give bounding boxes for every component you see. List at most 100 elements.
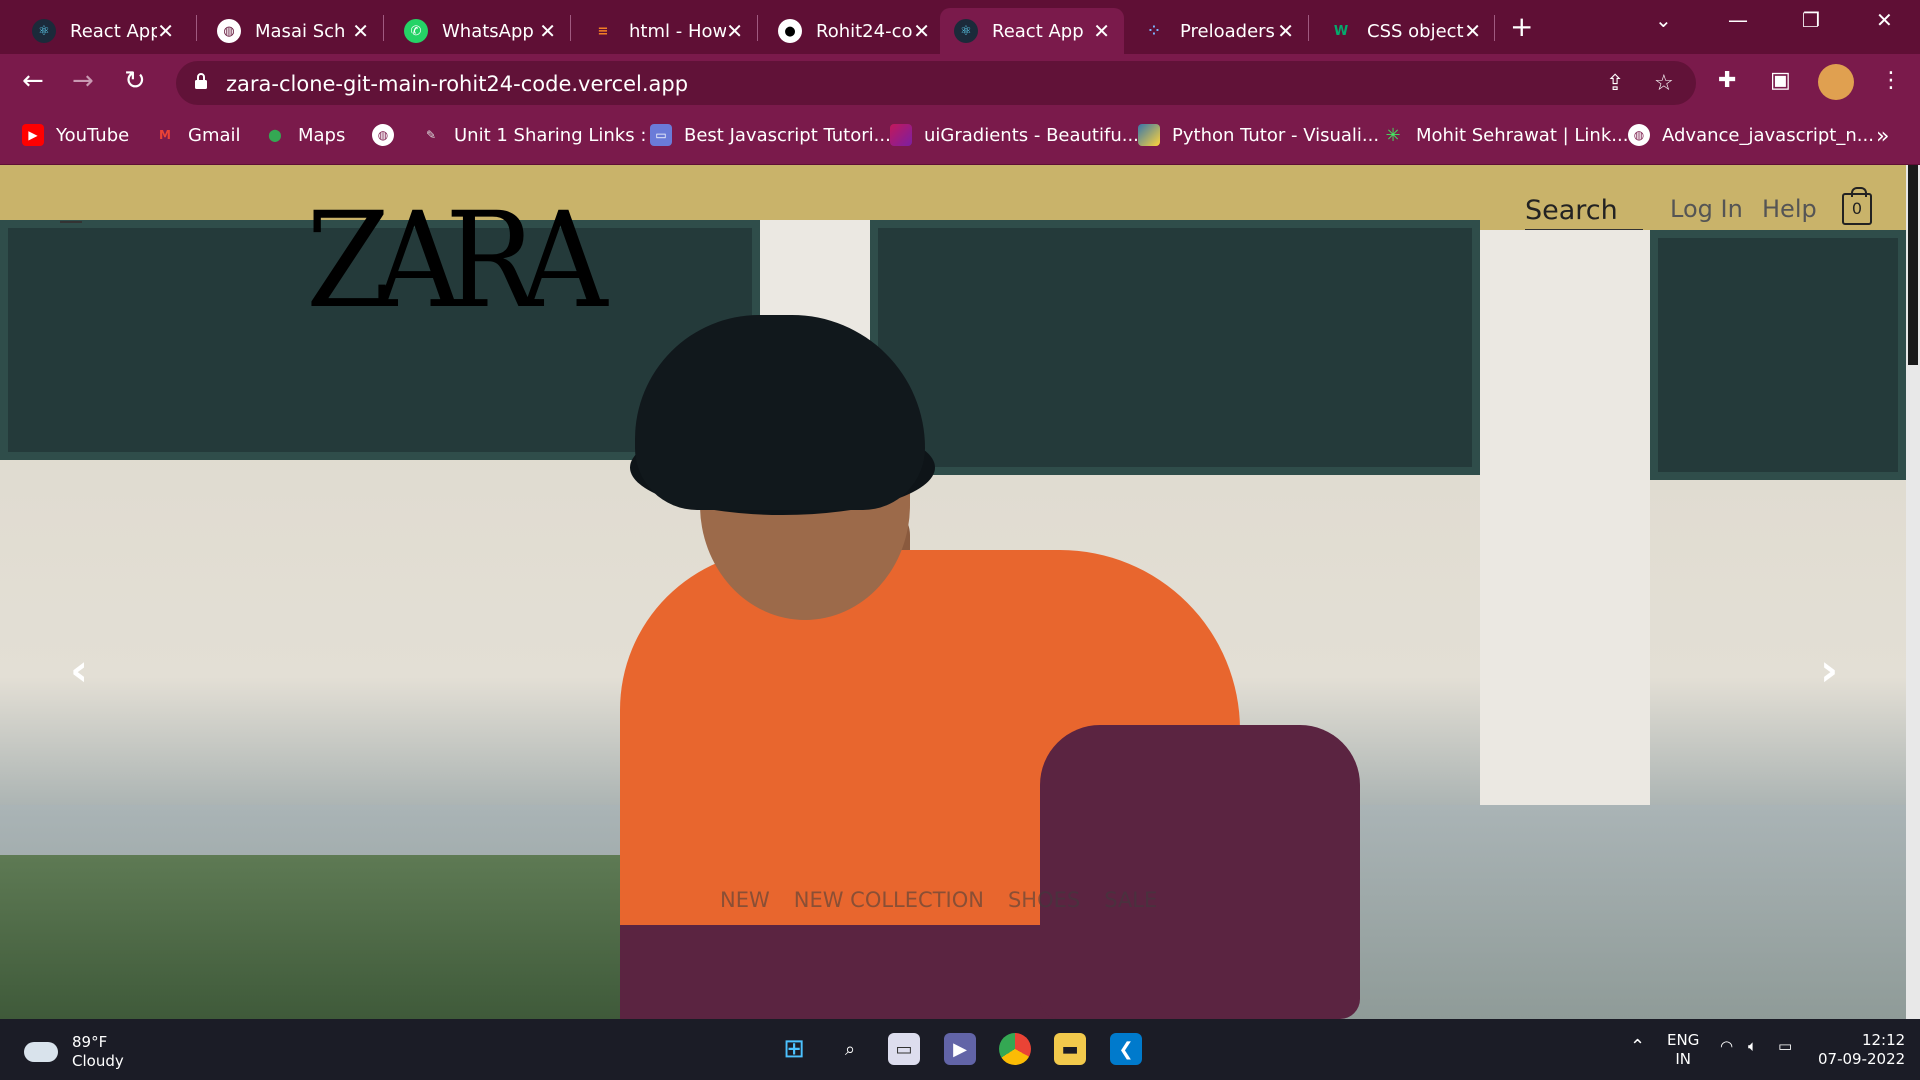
tab-masai[interactable]: ◍ Masai Sch ✕: [203, 8, 383, 54]
help-link[interactable]: Help: [1762, 195, 1817, 223]
tab-whatsapp[interactable]: ✆ WhatsApp ✕: [390, 8, 570, 54]
tab-separator: [1308, 15, 1309, 41]
bookmark-python-tutor[interactable]: Python Tutor - Visuali...: [1138, 124, 1379, 146]
close-icon[interactable]: ✕: [157, 19, 174, 43]
close-icon[interactable]: ✕: [1277, 19, 1294, 43]
bookmark-star-icon[interactable]: ☆: [1654, 71, 1674, 96]
close-icon[interactable]: ✕: [1464, 19, 1481, 43]
tab-title: React App: [992, 20, 1084, 42]
clock[interactable]: 12:12 07-09-2022: [1818, 1031, 1905, 1069]
bookmark-label: Gmail: [188, 124, 241, 146]
reload-icon[interactable]: ↻: [124, 66, 146, 96]
category-new-collection[interactable]: NEW COLLECTION: [794, 888, 984, 912]
cloud-icon: [24, 1042, 58, 1062]
restore-icon[interactable]: ❐: [1802, 8, 1820, 32]
hero-person-sleeve: [1040, 725, 1360, 1019]
new-tab-plus-icon[interactable]: +: [1510, 10, 1533, 43]
bookmark-globe[interactable]: ◍: [372, 124, 406, 146]
category-nav: NEW NEW COLLECTION SHOES SALE: [720, 888, 1157, 912]
bookmark-mohit[interactable]: ✳ Mohit Sehrawat | Link...: [1382, 124, 1628, 146]
gradient-icon: [890, 124, 912, 146]
volume-icon[interactable]: 🔈︎: [1748, 1037, 1757, 1056]
url-text[interactable]: zara-clone-git-main-rohit24-code.vercel.…: [226, 72, 688, 96]
close-icon[interactable]: ✕: [1093, 19, 1110, 43]
language-indicator[interactable]: ENG IN: [1667, 1031, 1699, 1069]
hamburger-menu-icon[interactable]: [60, 221, 82, 223]
bookmark-label: Mohit Sehrawat | Link...: [1416, 124, 1629, 146]
tab-github[interactable]: ● Rohit24-co ✕: [764, 8, 944, 54]
close-icon[interactable]: ✕: [352, 19, 369, 43]
globe-icon: ◍: [217, 19, 241, 43]
tab-separator: [383, 15, 384, 41]
category-sale[interactable]: SALE: [1104, 888, 1157, 912]
tab-react-app-active[interactable]: ⚛ React App ✕: [940, 8, 1124, 54]
language-region: IN: [1675, 1050, 1691, 1068]
close-icon[interactable]: ✕: [726, 19, 743, 43]
category-shoes[interactable]: SHOES: [1008, 888, 1080, 912]
profile-avatar[interactable]: [1818, 64, 1854, 100]
bookmark-youtube[interactable]: ▶ YouTube: [22, 124, 129, 146]
dots-icon: ⁘: [1148, 23, 1160, 39]
w3-icon: W: [1333, 23, 1349, 39]
window-close-icon[interactable]: ✕: [1876, 8, 1893, 32]
close-icon[interactable]: ✕: [539, 19, 556, 43]
shopping-bag-icon[interactable]: 0: [1842, 187, 1872, 225]
tab-react-app-1[interactable]: ⚛ React App ✕: [18, 8, 188, 54]
windows-taskbar: 89°F Cloudy ⊞ ⌕ ▭ ▶ ▬ ❮ ⌃ ENG IN ◠ 🔈︎ ▭ …: [0, 1019, 1920, 1080]
carousel-next-chevron-icon[interactable]: ›: [1820, 645, 1838, 696]
windows-start-icon[interactable]: ⊞: [778, 1033, 810, 1065]
bookmark-label: Advance_javascript_n...: [1662, 124, 1874, 146]
bookmark-advance-js[interactable]: ◍ Advance_javascript_n...: [1628, 124, 1874, 146]
wifi-icon[interactable]: ◠: [1720, 1037, 1733, 1056]
carousel-prev-chevron-icon[interactable]: ‹: [70, 645, 88, 696]
task-view-icon[interactable]: ▭: [888, 1033, 920, 1065]
tab-title: Masai Sch: [255, 20, 346, 42]
bookmark-js-tutorial[interactable]: ▭ Best Javascript Tutori...: [650, 124, 891, 146]
bag-count: 0: [1851, 199, 1863, 218]
vscode-icon[interactable]: ❮: [1110, 1033, 1142, 1065]
gmail-icon: M: [159, 128, 171, 142]
bookmark-uigradients[interactable]: uiGradients - Beautifu...: [890, 124, 1139, 146]
file-explorer-icon[interactable]: ▬: [1054, 1033, 1086, 1065]
login-link[interactable]: Log In: [1670, 195, 1743, 223]
forward-arrow-icon[interactable]: →: [72, 66, 94, 96]
bookmarks-overflow-chevron-icon[interactable]: »: [1876, 124, 1889, 149]
teams-chat-icon[interactable]: ▶: [944, 1033, 976, 1065]
globe-icon: ◍: [372, 124, 394, 146]
zara-logo[interactable]: ZARA: [306, 195, 608, 327]
hero-car: [0, 855, 700, 1019]
tray-overflow-chevron-icon[interactable]: ⌃: [1630, 1037, 1645, 1056]
scrollbar-thumb[interactable]: [1908, 165, 1918, 365]
close-icon[interactable]: ✕: [913, 19, 930, 43]
address-bar[interactable]: zara-clone-git-main-rohit24-code.vercel.…: [176, 61, 1696, 105]
back-arrow-icon[interactable]: ←: [22, 66, 44, 96]
bookmark-unit1[interactable]: ✎ Unit 1 Sharing Links :: [420, 124, 646, 146]
linktree-icon: ✳: [1385, 124, 1401, 146]
extensions-puzzle-icon[interactable]: ✚: [1718, 68, 1736, 93]
tab-title: CSS object: [1367, 20, 1464, 42]
hero-window: [1650, 230, 1906, 480]
bookmark-gmail[interactable]: M Gmail: [154, 124, 241, 146]
share-icon[interactable]: ⇪: [1606, 71, 1624, 96]
minimize-icon[interactable]: —: [1728, 8, 1748, 32]
search-link[interactable]: Search: [1525, 195, 1643, 230]
tab-strip: ⚛ React App ✕ ◍ Masai Sch ✕ ✆ WhatsApp ✕…: [0, 0, 1920, 54]
side-panel-icon[interactable]: ▣: [1770, 68, 1791, 93]
chrome-icon[interactable]: [999, 1033, 1031, 1065]
tab-preloaders[interactable]: ⁘ Preloaders ✕: [1128, 8, 1308, 54]
battery-icon[interactable]: ▭: [1778, 1037, 1792, 1056]
bookmark-maps[interactable]: ⬤ Maps: [264, 124, 345, 146]
kebab-menu-icon[interactable]: ⋮: [1880, 68, 1902, 93]
browser-toolbar: ← → ↻ zara-clone-git-main-rohit24-code.v…: [0, 54, 1920, 112]
language-code: ENG: [1667, 1031, 1700, 1049]
weather-temp: 89°F: [72, 1033, 108, 1051]
zara-hero-page: ZARA Search Log In Help 0 ‹ › NEW NEW CO…: [0, 165, 1906, 1019]
search-icon[interactable]: ⌕: [834, 1033, 866, 1065]
tab-stackoverflow[interactable]: ≡ html - How ✕: [577, 8, 757, 54]
weather-widget[interactable]: 89°F Cloudy: [24, 1033, 124, 1071]
category-new[interactable]: NEW: [720, 888, 770, 912]
tab-search-chevron-icon[interactable]: ⌄: [1655, 8, 1672, 32]
tab-w3schools[interactable]: W CSS object ✕: [1315, 8, 1495, 54]
bookmark-label: Unit 1 Sharing Links :: [454, 124, 647, 146]
tab-separator: [1494, 15, 1495, 41]
